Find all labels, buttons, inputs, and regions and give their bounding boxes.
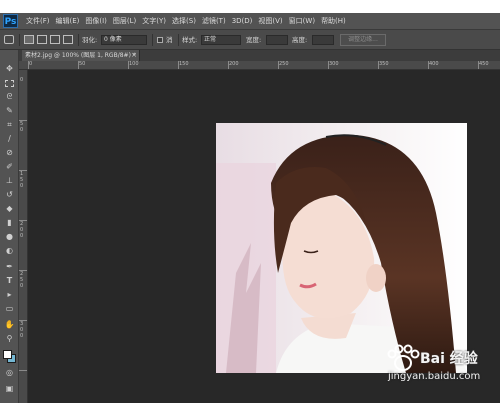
menu-list: 文件(F) 编辑(E) 图像(I) 图层(L) 文字(Y) 选择(S) 滤镜(T… <box>23 13 349 30</box>
menu-file[interactable]: 文件(F) <box>23 13 53 30</box>
menu-layer[interactable]: 图层(L) <box>110 13 139 30</box>
height-input[interactable] <box>312 35 334 45</box>
ruler-label: 400 <box>429 61 439 67</box>
healing-tool-icon[interactable]: ⊘ <box>4 148 15 158</box>
ruler-label: 200 <box>229 61 239 67</box>
menu-bar: Ps 文件(F) 编辑(E) 图像(I) 图层(L) 文字(Y) 选择(S) 滤… <box>0 13 500 30</box>
new-selection-icon[interactable] <box>24 35 34 44</box>
tool-preset-icon[interactable] <box>4 35 14 44</box>
subtract-selection-icon[interactable] <box>50 35 60 44</box>
eraser-tool-icon[interactable]: ◆ <box>4 204 15 214</box>
baidu-jingyan-watermark: Bai 经验 jingyan.baidu.com <box>384 344 498 386</box>
ruler-label: 0 <box>29 61 33 67</box>
tools-panel: ✥ ᘓ ✎ ⌗ ∕ ⊘ ✐ ⊥ ↺ ◆ ▮ ● ◐ ✒ T ▸ ▭ ✋ ⚲ ◎ … <box>0 50 19 403</box>
style-label: 样式: <box>182 36 198 44</box>
menu-filter[interactable]: 滤镜(T) <box>199 13 229 30</box>
photoshop-logo: Ps <box>3 14 18 28</box>
antialias-label: 消 <box>166 36 173 44</box>
ruler-label: 0 <box>20 333 24 339</box>
history-brush-tool-icon[interactable]: ↺ <box>4 190 15 200</box>
width-input[interactable] <box>266 35 288 45</box>
ruler-label: 150 <box>179 61 189 67</box>
ruler-label: 300 <box>329 61 339 67</box>
menu-help[interactable]: 帮助(H) <box>318 13 349 30</box>
quick-mask-icon[interactable]: ◎ <box>4 368 15 378</box>
document-tab-bar: 素材2.jpg @ 100% (图层 1, RGB/8#) * × <box>19 50 500 61</box>
style-select[interactable]: 正常 <box>201 35 241 45</box>
menu-view[interactable]: 视图(V) <box>255 13 285 30</box>
watermark-url: jingyan.baidu.com <box>388 371 481 382</box>
ruler-label: 250 <box>279 61 289 67</box>
ruler-label: 0 <box>20 77 24 83</box>
intersect-selection-icon[interactable] <box>63 35 73 44</box>
quick-select-tool-icon[interactable]: ✎ <box>4 106 15 116</box>
document-tab-title: 素材2.jpg @ 100% (图层 1, RGB/8#) * <box>25 52 136 59</box>
ruler-label: 450 <box>479 61 489 67</box>
move-tool-icon[interactable]: ✥ <box>4 64 15 74</box>
foreground-color-swatch[interactable] <box>3 350 12 359</box>
vertical-ruler: 0 5 0 1 5 0 2 0 0 2 5 0 3 0 0 <box>19 70 28 403</box>
menu-select[interactable]: 选择(S) <box>169 13 199 30</box>
crop-tool-icon[interactable]: ⌗ <box>4 120 15 130</box>
blur-tool-icon[interactable]: ● <box>4 232 15 242</box>
dodge-tool-icon[interactable]: ◐ <box>4 246 15 256</box>
stamp-tool-icon[interactable]: ⊥ <box>4 176 15 186</box>
portrait-photo <box>216 123 467 373</box>
refine-edge-button[interactable]: 调整边缘... <box>340 34 386 46</box>
menu-3d[interactable]: 3D(D) <box>229 13 256 30</box>
hand-tool-icon[interactable]: ✋ <box>4 320 15 330</box>
ruler-label: 350 <box>379 61 389 67</box>
document-tab[interactable]: 素材2.jpg @ 100% (图层 1, RGB/8#) * × <box>22 50 140 61</box>
screen-mode-icon[interactable]: ▣ <box>4 384 15 394</box>
shape-tool-icon[interactable]: ▭ <box>4 304 15 314</box>
zoom-tool-icon[interactable]: ⚲ <box>4 334 15 344</box>
horizontal-ruler: 0 50 100 150 200 250 300 350 400 450 <box>19 61 500 70</box>
ruler-label: 0 <box>20 283 24 289</box>
add-selection-icon[interactable] <box>37 35 47 44</box>
document-image[interactable] <box>216 123 467 373</box>
ruler-label: 0 <box>20 183 24 189</box>
antialias-checkbox[interactable] <box>157 37 163 43</box>
eyedropper-tool-icon[interactable]: ∕ <box>4 134 15 144</box>
menu-window[interactable]: 窗口(W) <box>286 13 318 30</box>
feather-input[interactable]: 0 像素 <box>101 35 147 45</box>
separator <box>78 34 79 46</box>
type-tool-icon[interactable]: T <box>4 276 15 286</box>
gradient-tool-icon[interactable]: ▮ <box>4 218 15 228</box>
ruler-label: 0 <box>20 233 24 239</box>
path-select-tool-icon[interactable]: ▸ <box>4 290 15 300</box>
watermark-brand: Bai 经验 <box>420 351 478 367</box>
height-label: 高度: <box>292 36 308 44</box>
marquee-tool-icon[interactable] <box>4 78 15 88</box>
lasso-tool-icon[interactable]: ᘓ <box>4 92 15 102</box>
separator <box>152 34 153 46</box>
baidu-paw-icon <box>387 344 420 371</box>
menu-edit[interactable]: 编辑(E) <box>53 13 83 30</box>
feather-label: 羽化: <box>82 36 98 44</box>
pen-tool-icon[interactable]: ✒ <box>4 262 15 272</box>
options-bar: 羽化: 0 像素 消 样式: 正常 宽度: 高度: 调整边缘... <box>0 30 500 50</box>
ruler-label: 100 <box>129 61 139 67</box>
width-label: 宽度: <box>246 36 262 44</box>
close-icon[interactable]: × <box>131 50 137 61</box>
separator <box>178 34 179 46</box>
menu-type[interactable]: 文字(Y) <box>139 13 169 30</box>
separator <box>19 34 20 46</box>
brush-tool-icon[interactable]: ✐ <box>4 162 15 172</box>
ruler-label: 0 <box>20 127 24 133</box>
menu-image[interactable]: 图像(I) <box>82 13 110 30</box>
ruler-tick <box>19 370 27 371</box>
ruler-label: 50 <box>79 61 86 67</box>
